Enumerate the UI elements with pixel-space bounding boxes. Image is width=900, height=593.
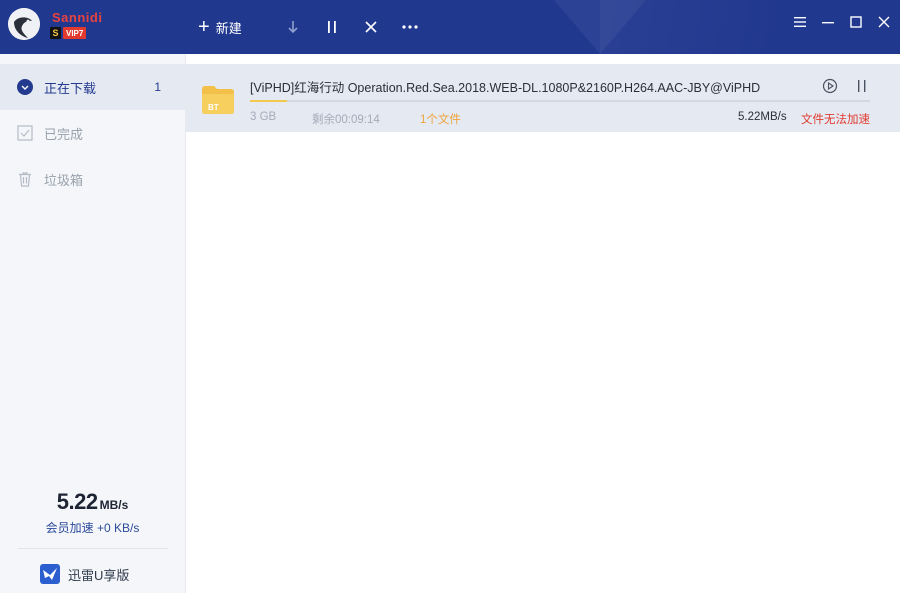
sidebar: 正在下载 1 已完成 垃圾箱 5.22 MB/s 会员加速 +0 KB/s 迅雷… [0, 54, 186, 593]
close-button[interactable] [876, 14, 892, 30]
menu-button[interactable] [792, 14, 808, 30]
speed-unit: MB/s [99, 498, 129, 512]
download-button[interactable] [282, 16, 304, 38]
vip-badges: S VIP7 [50, 27, 87, 39]
delete-button[interactable] [360, 16, 382, 38]
new-task-button[interactable]: + 新建 [198, 17, 242, 37]
username[interactable]: Sannidi [52, 10, 102, 25]
thunder-bird-icon [40, 564, 60, 584]
download-rate: 5.22MB/s [738, 111, 787, 123]
trash-icon [16, 170, 34, 188]
sidebar-item-label: 垃圾箱 [44, 172, 84, 188]
sidebar-item-completed[interactable]: 已完成 [0, 110, 185, 156]
menu-icon [794, 17, 806, 27]
chevron-down-circle-icon [16, 78, 34, 96]
close-icon [878, 16, 890, 28]
super-badge: S [50, 27, 61, 39]
pause-icon [327, 21, 336, 33]
minimize-icon [822, 22, 834, 24]
plus-icon: + [198, 16, 210, 38]
more-icon [402, 25, 418, 29]
list-item[interactable]: BT [ViPHD]红海行动 Operation.Red.Sea.2018.WE… [186, 64, 900, 132]
maximize-button[interactable] [848, 14, 864, 30]
pause-icon [858, 80, 866, 92]
pause-all-button[interactable] [321, 16, 343, 38]
download-icon [288, 21, 298, 34]
speed-panel: 5.22 MB/s 会员加速 +0 KB/s [0, 489, 185, 536]
row-actions [822, 78, 870, 94]
udisk-label: 迅雷U享版 [68, 567, 130, 583]
udisk-button[interactable]: 迅雷U享版 [40, 564, 129, 584]
pause-button[interactable] [854, 78, 870, 94]
play-button[interactable] [822, 78, 838, 94]
title-bar: Sannidi S VIP7 + 新建 [0, 0, 900, 54]
speed-value: 5.22 [56, 489, 98, 514]
folder-tag: BT [208, 103, 219, 112]
bt-folder-icon: BT [202, 86, 234, 114]
checkbox-icon [16, 124, 34, 142]
download-list: BT [ViPHD]红海行动 Operation.Red.Sea.2018.WE… [186, 54, 900, 593]
window-controls [792, 14, 892, 30]
new-task-label: 新建 [215, 20, 242, 36]
maximize-icon [850, 16, 862, 28]
vip-acceleration[interactable]: 会员加速 +0 KB/s [0, 519, 185, 536]
more-button[interactable] [399, 16, 421, 38]
acceleration-warning[interactable]: 文件无法加速 [801, 111, 870, 127]
download-count: 1 [154, 80, 161, 94]
avatar[interactable] [8, 8, 40, 40]
file-name: [ViPHD]红海行动 Operation.Red.Sea.2018.WEB-D… [250, 81, 761, 95]
sidebar-item-trash[interactable]: 垃圾箱 [0, 156, 185, 202]
vip-level-badge: VIP7 [63, 27, 87, 39]
play-circle-icon [822, 78, 838, 94]
sidebar-item-label: 正在下载 [44, 80, 97, 96]
sidebar-item-label: 已完成 [44, 126, 84, 142]
progress-fill [250, 100, 288, 102]
close-icon [365, 21, 377, 33]
toolbar: + 新建 [198, 0, 438, 54]
time-remaining: 剩余00:09:14 [312, 114, 380, 126]
file-count-link[interactable]: 1个文件 [420, 111, 461, 127]
progress-bar [250, 100, 870, 102]
minimize-button[interactable] [820, 14, 836, 30]
file-size: 3 GB [250, 111, 277, 123]
sidebar-item-downloading[interactable]: 正在下载 1 [0, 64, 185, 110]
divider [18, 548, 168, 549]
